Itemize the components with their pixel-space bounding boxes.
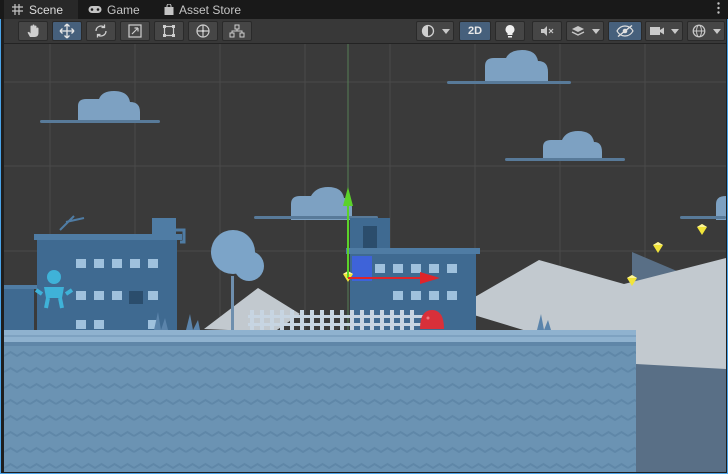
- chevron-down-icon: [712, 28, 721, 34]
- custom-tools-icon: [229, 24, 245, 38]
- gamepad-icon: [88, 4, 102, 15]
- audio-toggle[interactable]: [532, 21, 562, 41]
- transform-icon: [196, 24, 210, 38]
- tab-asset-store[interactable]: Asset Store: [156, 0, 252, 19]
- gizmo-globe-icon: [692, 24, 705, 38]
- hand-icon: [27, 24, 39, 37]
- scene-toolbar: 2D: [4, 19, 726, 44]
- toggle-2d-button[interactable]: 2D: [459, 21, 491, 41]
- gizmos-dropdown[interactable]: [687, 21, 725, 41]
- scale-icon: [128, 24, 142, 38]
- tab-bar: Scene Game Asset Store: [0, 0, 728, 19]
- tab-label: Game: [107, 2, 140, 17]
- hidden-eye-icon: [616, 25, 634, 37]
- scale-tool-button[interactable]: [120, 21, 150, 41]
- lightbulb-icon: [505, 25, 515, 38]
- shopping-bag-icon: [164, 3, 174, 15]
- chevron-down-icon: [592, 28, 600, 34]
- move-arrows-icon: [59, 23, 75, 39]
- rotate-icon: [95, 24, 107, 38]
- lighting-toggle[interactable]: [495, 21, 525, 41]
- grid-icon: [12, 4, 24, 15]
- custom-tool-button[interactable]: [222, 21, 252, 41]
- tab-game[interactable]: Game: [80, 0, 152, 19]
- ground-top: [4, 330, 636, 344]
- rect-tool-button[interactable]: [154, 21, 184, 41]
- building-small: [4, 287, 34, 332]
- chevron-down-icon: [671, 28, 679, 34]
- chevron-down-icon: [441, 28, 450, 34]
- rotate-tool-button[interactable]: [86, 21, 116, 41]
- effects-dropdown[interactable]: [566, 21, 604, 41]
- kebab-menu-icon[interactable]: [717, 2, 720, 16]
- tab-label: Asset Store: [179, 2, 242, 17]
- toggle-2d-label: 2D: [467, 25, 483, 37]
- scene-canvas: [4, 44, 726, 472]
- tab-label: Scene: [29, 2, 64, 17]
- audio-muted-icon: [541, 26, 554, 36]
- move-tool-button[interactable]: [52, 21, 82, 41]
- transform-tool-button[interactable]: [188, 21, 218, 41]
- hand-tool-button[interactable]: [18, 21, 48, 41]
- effects-layers-icon: [571, 26, 585, 36]
- draw-mode-dropdown[interactable]: [416, 21, 454, 41]
- camera-dropdown[interactable]: [645, 21, 683, 41]
- scene-viewport[interactable]: [4, 44, 726, 472]
- scene-visibility-toggle[interactable]: [608, 21, 642, 41]
- ground-body: [4, 344, 636, 472]
- draw-mode-icon: [421, 24, 434, 38]
- rect-tool-icon: [163, 25, 175, 37]
- tab-scene[interactable]: Scene: [4, 0, 78, 19]
- camera-icon: [650, 27, 664, 35]
